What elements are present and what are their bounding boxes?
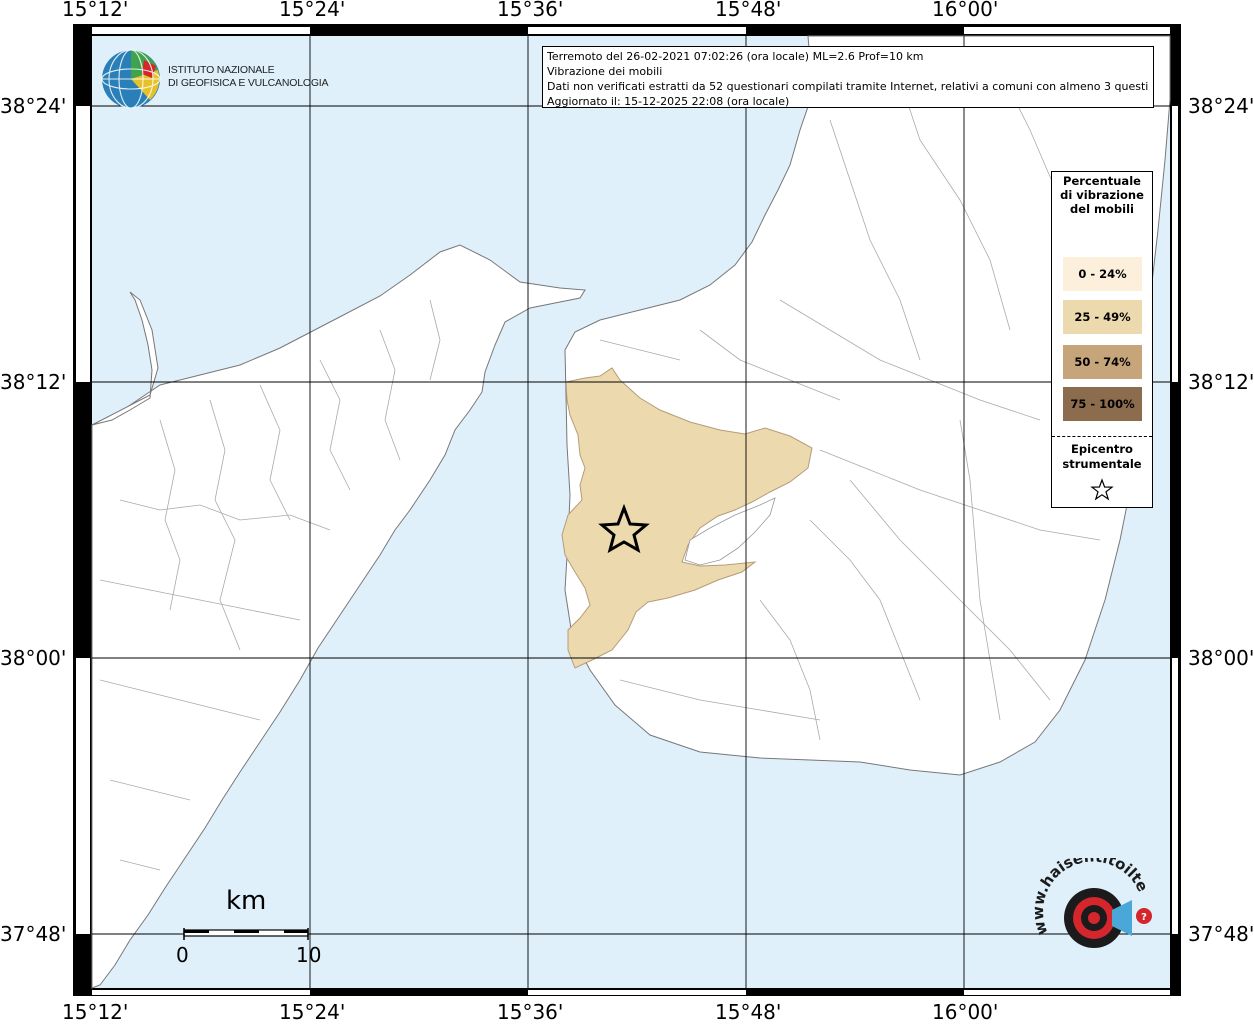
haisentito-logo-icon: ? www.haisentitoilterremoto.it <box>1028 858 1152 948</box>
legend-class-25-49: 25 - 49% <box>1063 300 1142 334</box>
lon-label-bottom-4: 15°48' <box>715 1000 782 1024</box>
legend-class-75-100: 75 - 100% <box>1063 387 1142 421</box>
ingv-name-line1: ISTITUTO NAZIONALE <box>168 64 275 76</box>
lat-label-right-2: 38°12' <box>1188 370 1254 394</box>
event-title: Terremoto del 26-02-2021 07:02:26 (ora l… <box>547 50 924 63</box>
event-subtitle: Vibrazione dei mobili <box>547 65 663 78</box>
event-data-note: Dati non verificati estratti da 52 quest… <box>547 80 1149 93</box>
legend-separator <box>1052 436 1152 437</box>
lat-label-right-4: 37°48' <box>1188 922 1254 946</box>
legend-epicentre-label: Epicentro strumentale <box>1062 442 1142 471</box>
scale-bar-max: 10 <box>296 943 322 967</box>
lat-label-left-3: 38°00' <box>0 646 67 670</box>
lon-label-top-2: 15°24' <box>279 0 346 21</box>
svg-text:?: ? <box>1141 912 1147 923</box>
lat-label-right-1: 38°24' <box>1188 94 1254 118</box>
lon-label-top-1: 15°12' <box>62 0 129 21</box>
ingv-name: ISTITUTO NAZIONALE DI GEOFISICA E VULCAN… <box>168 64 329 90</box>
scale-bar-unit: km <box>226 886 267 916</box>
lon-label-bottom-1: 15°12' <box>62 1000 129 1024</box>
legend-class-50-74: 50 - 74% <box>1063 345 1142 379</box>
legend-epicentre-star-icon <box>1090 478 1114 501</box>
lon-label-top-4: 15°48' <box>715 0 782 21</box>
lon-label-bottom-2: 15°24' <box>279 1000 346 1024</box>
ingv-name-line2: DI GEOFISICA E VULCANOLOGIA <box>168 77 329 89</box>
lat-label-left-4: 37°48' <box>0 922 67 946</box>
scale-bar-min: 0 <box>176 943 189 967</box>
legend: Percentuale di vibrazione del mobili 0 -… <box>1051 171 1153 508</box>
lon-label-top-5: 16°00' <box>932 0 999 21</box>
lat-label-right-3: 38°00' <box>1188 646 1254 670</box>
event-updated: Aggiornato il: 15-12-2025 22:08 (ora loc… <box>547 95 790 108</box>
ingv-globe-logo <box>101 49 161 109</box>
legend-title: Percentuale di vibrazione del mobili <box>1060 174 1144 216</box>
lat-label-left-1: 38°24' <box>0 94 67 118</box>
lon-label-bottom-5: 16°00' <box>932 1000 999 1024</box>
event-info-box: Terremoto del 26-02-2021 07:02:26 (ora l… <box>542 46 1154 108</box>
lon-label-top-3: 15°36' <box>497 0 564 21</box>
lat-label-left-2: 38°12' <box>0 370 67 394</box>
legend-class-0-24: 0 - 24% <box>1063 257 1142 291</box>
lon-label-bottom-3: 15°36' <box>497 1000 564 1024</box>
